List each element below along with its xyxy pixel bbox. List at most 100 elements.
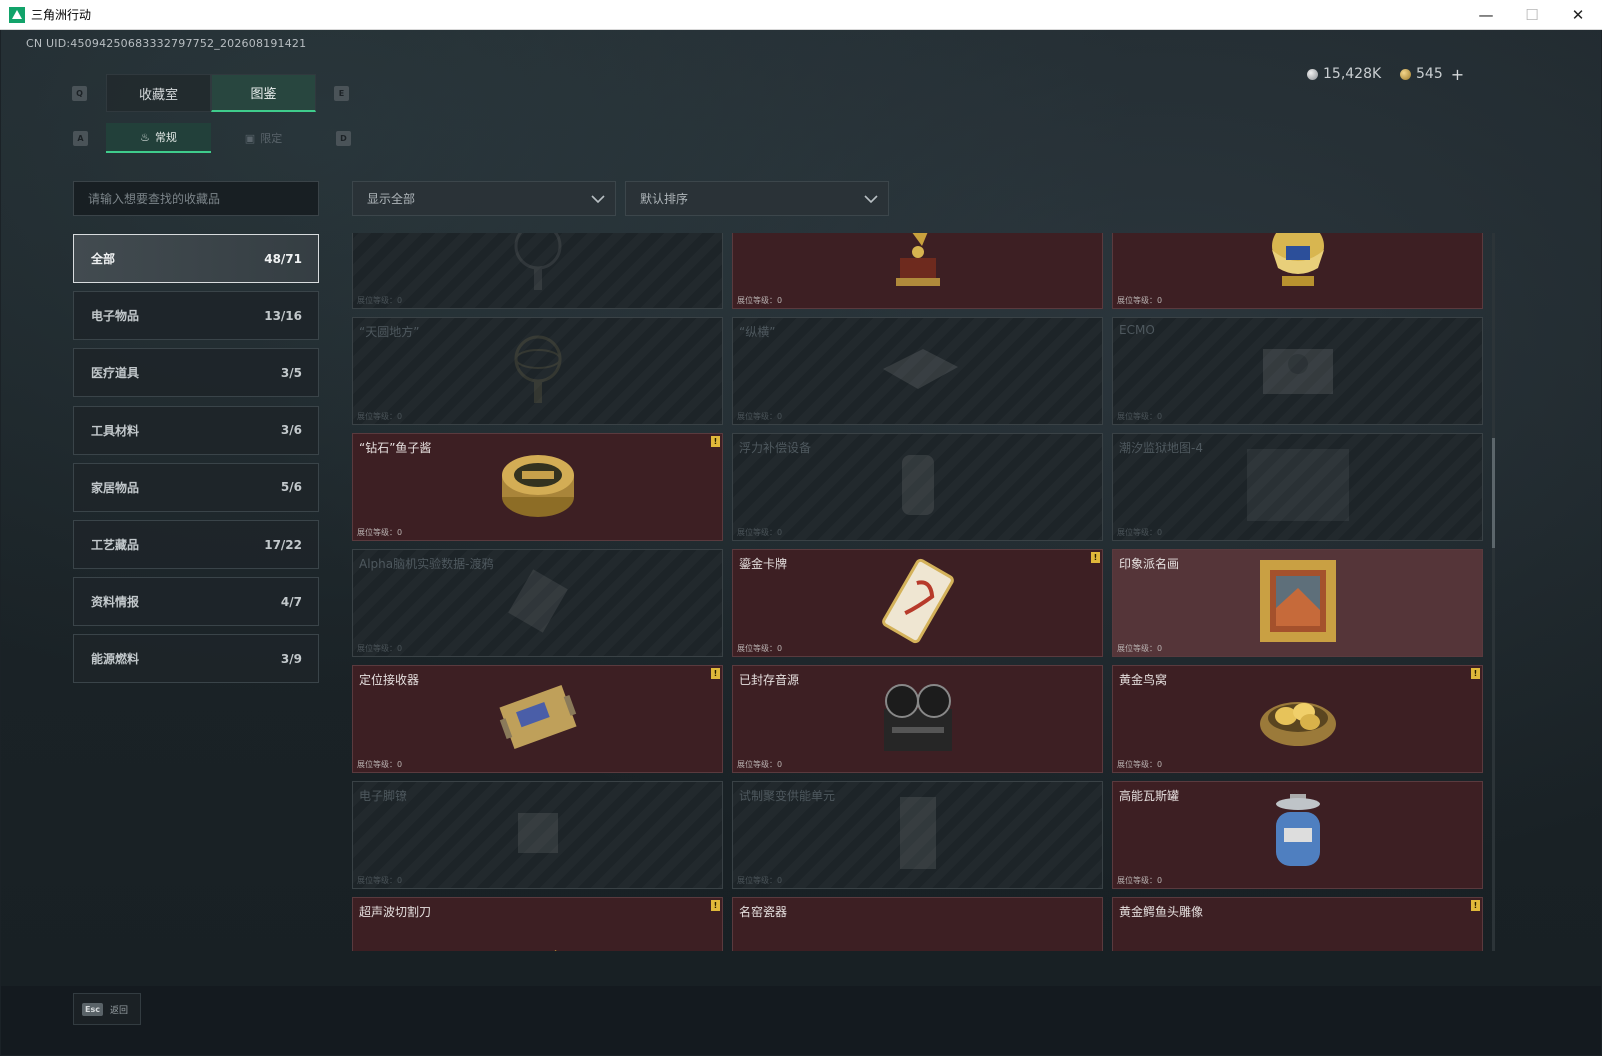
grid-scrollbar[interactable]: [1492, 233, 1495, 951]
sort-dropdown[interactable]: 默认排序: [625, 181, 889, 216]
category-item[interactable]: 工具材料 3/6: [73, 405, 319, 455]
item-card[interactable]: 试制聚变供能单元 展位等级：0: [732, 781, 1103, 889]
key-hint-a: A: [73, 131, 88, 146]
item-level-label: 展位等级：: [737, 296, 777, 305]
ankle-monitor-icon: [503, 798, 573, 872]
item-level-value: 0: [777, 412, 783, 421]
category-count: 4/7: [280, 594, 302, 609]
item-card[interactable]: 黄金鸟窝! 展位等级：0: [1112, 665, 1483, 773]
item-card[interactable]: 定位接收器! 展位等级：0: [352, 665, 723, 773]
item-level-value: 0: [397, 760, 403, 769]
item-card[interactable]: Alpha脑机实验数据-渡鸦 展位等级：0: [352, 549, 723, 657]
maximize-button[interactable]: ☐: [1509, 0, 1555, 30]
item-level: 展位等级：0: [737, 875, 782, 886]
alert-badge-icon: !: [1471, 668, 1480, 679]
category-item[interactable]: 电子物品 13/16: [73, 291, 319, 341]
item-card[interactable]: “纵横” 展位等级：0: [732, 317, 1103, 425]
category-label: 能源燃料: [91, 652, 140, 667]
currency-gold: 545 +: [1400, 65, 1464, 84]
tab-regular[interactable]: ♨ 常规: [106, 123, 211, 153]
item-level-value: 0: [777, 296, 783, 305]
item-level-label: 展位等级：: [357, 760, 397, 769]
search-input[interactable]: 请输入想要查找的收藏品: [73, 181, 319, 216]
item-card[interactable]: 鎏金卡牌! 展位等级：0: [732, 549, 1103, 657]
chessboard-icon: [873, 339, 963, 403]
tab-catalog[interactable]: 图鉴: [211, 74, 316, 112]
currency-silver: 15,428K: [1307, 65, 1381, 83]
item-level: 展位等级：0: [357, 411, 402, 422]
tab-limited-label: 限定: [260, 132, 283, 145]
armillary-icon: [508, 233, 568, 300]
category-item[interactable]: 能源燃料 3/9: [73, 634, 319, 684]
tab-limited[interactable]: ▣ 限定: [211, 123, 316, 153]
item-name: 鎏金卡牌: [739, 557, 788, 571]
item-card[interactable]: 展位等级：0: [352, 233, 723, 309]
item-card[interactable]: 名窑瓷器: [732, 897, 1103, 951]
receiver-icon: [493, 677, 583, 761]
item-level-value: 0: [397, 412, 403, 421]
category-item[interactable]: 家居物品 5/6: [73, 462, 319, 512]
caviar-tin-icon: [498, 449, 578, 525]
currency-gold-value: 545: [1416, 66, 1443, 82]
app-logo-icon: [9, 6, 25, 23]
key-hint-q: Q: [72, 86, 87, 101]
item-card[interactable]: 印象派名画 展位等级：0: [1112, 549, 1483, 657]
category-item[interactable]: 资料情报 4/7: [73, 577, 319, 627]
armillary-sphere-icon: [508, 329, 568, 413]
item-level-value: 0: [397, 876, 403, 885]
item-name: 超声波切割刀: [359, 905, 432, 919]
item-level-label: 展位等级：: [1117, 528, 1157, 537]
alert-badge-icon: !: [711, 668, 720, 679]
item-level-label: 展位等级：: [737, 412, 777, 421]
framed-painting-icon: [1258, 558, 1338, 648]
alert-badge-icon: !: [711, 900, 720, 911]
item-card[interactable]: 高能瓦斯罐 展位等级：0: [1112, 781, 1483, 889]
minimize-button[interactable]: —: [1463, 0, 1509, 30]
display-filter-dropdown[interactable]: 显示全部: [352, 181, 616, 216]
item-name: 黄金鳄鱼头雕像: [1119, 905, 1204, 919]
item-level-value: 0: [1157, 412, 1163, 421]
item-level-value: 0: [397, 644, 403, 653]
category-item[interactable]: 工艺藏品 17/22: [73, 520, 319, 569]
category-item[interactable]: 全部 48/71: [73, 234, 319, 283]
gold-coin-icon: [1400, 68, 1411, 80]
item-card[interactable]: 潮汐监狱地图-4 展位等级：0: [1112, 433, 1483, 541]
back-button[interactable]: Esc 返回: [73, 993, 141, 1025]
sort-value: 默认排序: [640, 192, 689, 206]
scrollbar-thumb[interactable]: [1492, 438, 1495, 548]
item-card[interactable]: “钻石”鱼子酱! 展位等级：0: [352, 433, 723, 541]
item-card[interactable]: 展位等级：0: [1112, 233, 1483, 309]
reel-recorder-icon: [878, 679, 958, 759]
gas-canister-icon: [1268, 792, 1328, 878]
item-card[interactable]: ECMO 展位等级：0: [1112, 317, 1483, 425]
item-level: 展位等级：0: [357, 759, 402, 770]
item-card[interactable]: 浮力补偿设备 展位等级：0: [732, 433, 1103, 541]
category-item[interactable]: 医疗道具 3/5: [73, 348, 319, 398]
item-card[interactable]: 黄金鳄鱼头雕像!: [1112, 897, 1483, 951]
category-label: 资料情报: [91, 595, 140, 610]
item-name: 定位接收器: [359, 673, 420, 687]
item-name: 名窑瓷器: [739, 905, 788, 919]
add-currency-button[interactable]: +: [1451, 65, 1464, 84]
item-level: 展位等级：0: [357, 643, 402, 654]
category-count: 48/71: [264, 251, 302, 266]
item-card[interactable]: 超声波切割刀!: [352, 897, 723, 951]
picture-icon: ▣: [244, 131, 256, 145]
item-card[interactable]: 展位等级：0: [732, 233, 1103, 309]
item-level-label: 展位等级：: [357, 412, 397, 421]
category-count: 3/5: [280, 365, 302, 380]
item-name: “纵横”: [739, 325, 776, 339]
item-level-label: 展位等级：: [737, 876, 777, 885]
back-label: 返回: [109, 1005, 128, 1016]
fusion-cell-icon: [888, 791, 948, 879]
item-level: 展位等级：0: [357, 295, 402, 306]
tab-collection-room[interactable]: 收藏室: [106, 74, 211, 112]
alert-badge-icon: !: [1471, 900, 1480, 911]
item-name: 印象派名画: [1119, 557, 1180, 571]
close-button[interactable]: ✕: [1555, 0, 1601, 30]
item-card[interactable]: 电子脚镣 展位等级：0: [352, 781, 723, 889]
item-name: “钻石”鱼子酱: [359, 441, 432, 455]
window-title: 三角洲行动: [31, 8, 92, 22]
item-card[interactable]: 已封存音源 展位等级：0: [732, 665, 1103, 773]
item-card[interactable]: “天圆地方” 展位等级：0: [352, 317, 723, 425]
